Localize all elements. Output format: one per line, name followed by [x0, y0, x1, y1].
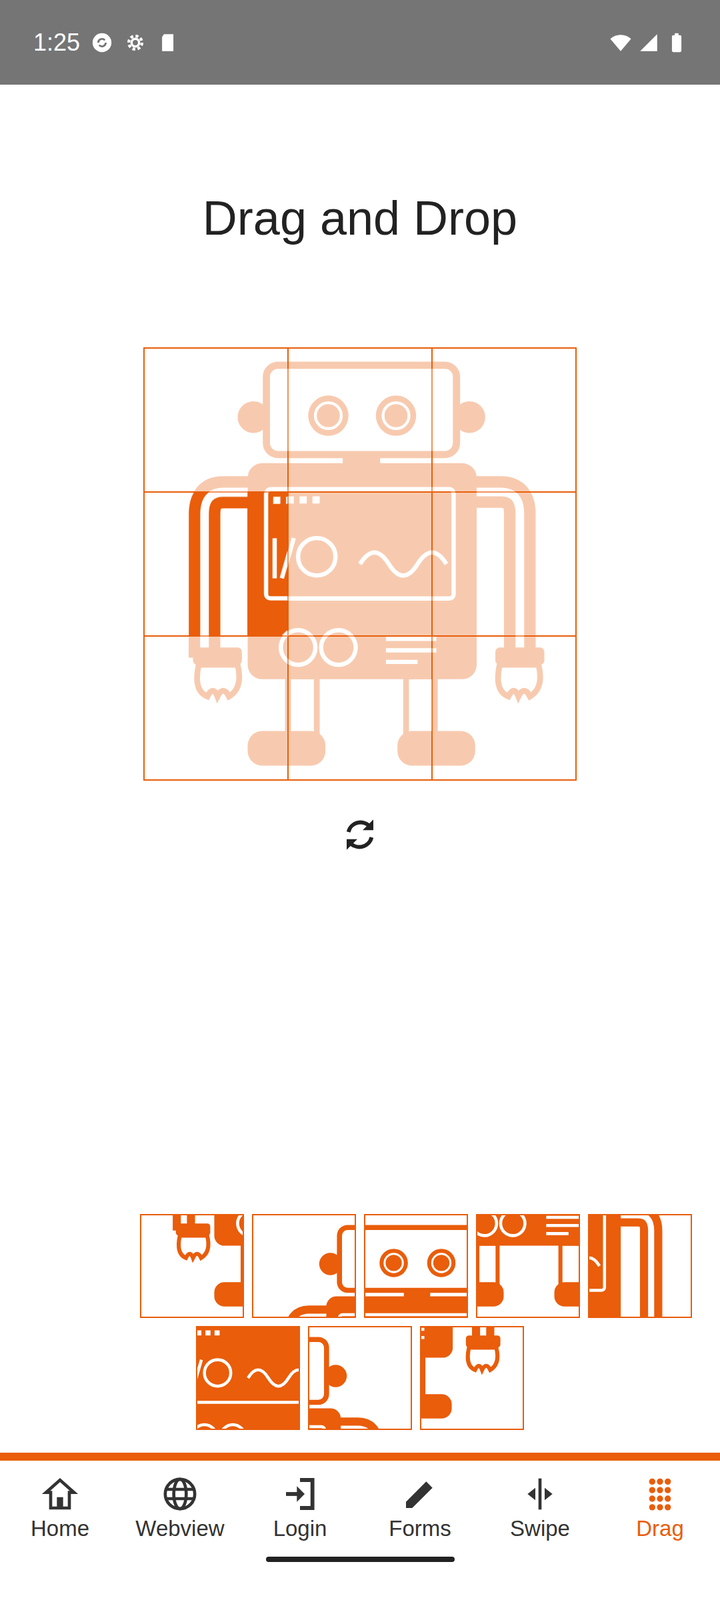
sdcard-icon — [157, 31, 180, 54]
puzzle-piece[interactable] — [252, 1214, 356, 1318]
tab-item[interactable]: Drag — [600, 1460, 720, 1542]
grid-dots-icon — [641, 1475, 679, 1513]
tray-row — [0, 1326, 720, 1430]
robot-outline-image — [144, 348, 576, 780]
drop-board — [144, 348, 576, 780]
puzzle-piece[interactable] — [420, 1326, 524, 1430]
tab-label: Webview — [135, 1515, 224, 1542]
status-time: 1:25 — [33, 24, 80, 61]
refresh-icon[interactable] — [338, 813, 382, 856]
puzzle-piece[interactable] — [588, 1214, 692, 1318]
battery-icon — [665, 31, 688, 54]
tab-item[interactable]: Forms — [360, 1460, 480, 1542]
tab-label: Home — [30, 1515, 90, 1542]
globe-icon — [161, 1475, 199, 1513]
wifi-icon — [609, 31, 632, 54]
tab-label: Login — [273, 1515, 328, 1542]
tray-row — [0, 1214, 720, 1318]
tab-label: Drag — [636, 1515, 684, 1542]
sync-icon — [90, 31, 114, 54]
tab-item[interactable]: Webview — [120, 1460, 240, 1542]
puzzle-piece[interactable] — [364, 1214, 468, 1318]
status-bar: 1:25 — [0, 0, 720, 85]
piece-tray — [0, 1214, 720, 1430]
tab-row: Home Webview Login Forms Swipe Drag — [0, 1460, 720, 1542]
status-right — [609, 31, 688, 54]
gesture-bar[interactable] — [266, 1556, 455, 1562]
settings-icon — [124, 31, 147, 54]
puzzle-piece[interactable] — [140, 1214, 244, 1318]
tab-item[interactable]: Swipe — [480, 1460, 600, 1542]
pencil-icon — [401, 1475, 439, 1513]
login-icon — [281, 1475, 319, 1513]
tab-bar: Home Webview Login Forms Swipe Drag — [0, 1452, 720, 1600]
tab-label: Forms — [388, 1515, 452, 1542]
tab-item[interactable]: Login — [240, 1460, 360, 1542]
tab-item[interactable]: Home — [0, 1460, 120, 1542]
puzzle-piece[interactable] — [476, 1214, 580, 1318]
refresh-area — [0, 780, 720, 856]
status-left: 1:25 — [33, 24, 180, 61]
home-icon — [41, 1475, 79, 1513]
tab-label: Swipe — [510, 1515, 570, 1542]
board-area — [0, 348, 720, 780]
puzzle-piece[interactable] — [308, 1326, 412, 1430]
page-title: Drag and Drop — [0, 191, 720, 245]
signal-icon — [637, 31, 660, 54]
swipe-icon — [521, 1475, 559, 1513]
puzzle-piece[interactable] — [196, 1326, 300, 1430]
